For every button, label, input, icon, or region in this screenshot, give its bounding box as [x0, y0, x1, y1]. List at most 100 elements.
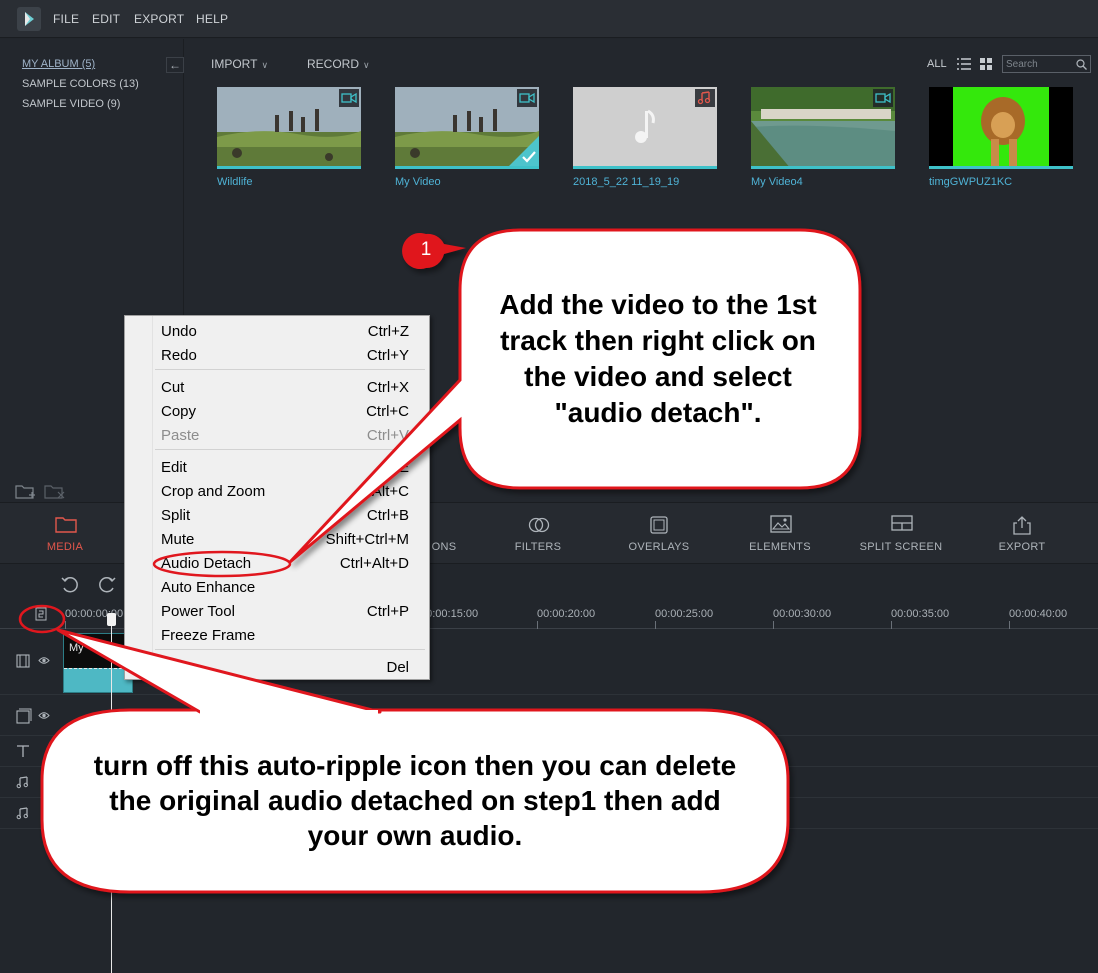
filters-icon: [528, 517, 550, 533]
context-menu-item-shortcut: Ctrl+P: [366, 603, 409, 620]
delete-folder-icon[interactable]: [44, 483, 66, 499]
context-menu-item-undo[interactable]: Undo Ctrl+Z: [125, 319, 429, 343]
ruler-tick: [655, 621, 656, 629]
context-menu-item-label: Split: [161, 507, 191, 524]
video-type-badge: [339, 89, 359, 107]
video-type-badge: [873, 89, 893, 107]
context-menu-item-mute[interactable]: Mute Shift+Ctrl+M: [125, 527, 429, 551]
media-title: Wildlife: [217, 176, 253, 188]
context-menu-item-shortcut: Ctrl+Y: [366, 347, 409, 364]
tab-export[interactable]: EXPORT: [967, 503, 1077, 565]
menu-file[interactable]: FILE: [53, 12, 79, 26]
arrow-left-icon: ←: [169, 58, 181, 72]
ruler-tick: [773, 621, 774, 629]
app-logo-icon[interactable]: [17, 7, 41, 31]
context-menu-item-shortcut: Ctrl+X: [366, 379, 409, 396]
collapse-sidebar-button[interactable]: ←: [166, 57, 184, 73]
context-menu-item-split[interactable]: Split Ctrl+B: [125, 503, 429, 527]
album-item-my-album[interactable]: MY ALBUM (5): [22, 58, 95, 70]
media-thumbnail: [395, 87, 539, 169]
grid-view-icon[interactable]: [980, 58, 992, 70]
context-menu-item-delete[interactable]: Del: [125, 655, 429, 679]
folder-icon: [55, 517, 77, 533]
split-screen-icon: [891, 515, 913, 531]
context-menu-item-power-tool[interactable]: Power Tool Ctrl+P: [125, 599, 429, 623]
ruler-tick-label: 00:00:40:00: [1009, 608, 1068, 620]
menu-edit[interactable]: EDIT: [92, 12, 120, 26]
media-title: My Video: [395, 176, 441, 188]
media-item-audio-recording[interactable]: 2018_5_22 11_19_19: [573, 87, 717, 188]
context-menu-item-shortcut: Ctrl+C: [366, 403, 409, 420]
ruler-tick: [1009, 621, 1010, 629]
media-thumbnail: [217, 87, 361, 169]
media-item-lion-image[interactable]: timgGWPUZ1KC: [929, 87, 1073, 188]
eye-icon[interactable]: [38, 656, 50, 665]
context-menu-item-auto-enhance[interactable]: Auto Enhance: [125, 575, 429, 599]
list-view-icon[interactable]: [957, 58, 971, 70]
export-icon: [1013, 516, 1031, 535]
tab-media[interactable]: MEDIA: [10, 503, 120, 565]
import-button[interactable]: IMPORT ∨: [211, 57, 268, 71]
ruler-tick-label: 00:00:35:00: [891, 608, 950, 620]
album-item-sample-video[interactable]: SAMPLE VIDEO (9): [22, 98, 120, 110]
chevron-down-icon: ∨: [261, 60, 269, 70]
overlays-icon: [650, 516, 668, 534]
context-menu-item-copy[interactable]: Copy Ctrl+C: [125, 399, 429, 423]
ruler-tick: [891, 621, 892, 629]
media-title: 2018_5_22 11_19_19: [573, 176, 680, 188]
media-item-wildlife[interactable]: Wildlife: [217, 87, 361, 188]
tab-split-screen[interactable]: SPLIT SCREEN: [846, 503, 956, 565]
elements-icon: [770, 515, 792, 533]
eye-icon[interactable]: [38, 711, 50, 720]
context-menu-item-audio-detach[interactable]: Audio Detach Ctrl+Alt+D: [125, 551, 429, 575]
context-menu-item-paste[interactable]: Paste Ctrl+V: [125, 423, 429, 447]
media-thumbnail: [751, 87, 895, 169]
video-track-icon: [16, 654, 30, 668]
context-menu-item-freeze-frame[interactable]: Freeze Frame: [125, 623, 429, 647]
context-menu-separator: [155, 369, 425, 370]
video-track-2[interactable]: [0, 696, 1098, 736]
context-menu-item-crop-and-zoom[interactable]: Crop and Zoom Alt+C: [125, 479, 429, 503]
timeline-video-clip[interactable]: My: [63, 633, 133, 693]
tab-overlays[interactable]: OVERLAYS: [604, 503, 714, 565]
tab-filters[interactable]: FILTERS: [483, 503, 593, 565]
checkmark-icon: [522, 151, 536, 163]
media-item-my-video[interactable]: My Video: [395, 87, 539, 188]
search-icon[interactable]: [1076, 59, 1087, 70]
context-menu-item-redo[interactable]: Redo Ctrl+Y: [125, 343, 429, 367]
context-menu-item-label: Cut: [161, 379, 185, 396]
context-menu: Undo Ctrl+Z Redo Ctrl+Y Cut Ctrl+X Copy Ctrl+C P…: [124, 315, 430, 680]
ruler-tick-label: 00:00:25:00: [655, 608, 714, 620]
auto-ripple-icon[interactable]: [35, 607, 47, 621]
context-menu-item-label: Auto Enhance: [161, 579, 256, 596]
context-menu-item-label: Undo: [161, 323, 197, 340]
context-menu-item-edit[interactable]: Edit E: [125, 455, 429, 479]
record-button[interactable]: RECORD ∨: [307, 57, 370, 71]
undo-icon[interactable]: [60, 576, 80, 594]
new-folder-icon[interactable]: [15, 483, 37, 499]
redo-icon[interactable]: [97, 576, 117, 594]
playhead-handle[interactable]: [107, 613, 116, 626]
callout-text-ripple: turn off this auto-ripple icon then you …: [93, 750, 737, 851]
ruler-tick-label: 00:00:20:00: [537, 608, 596, 620]
context-menu-item-shortcut: Ctrl+Z: [367, 323, 409, 340]
menu-export[interactable]: EXPORT: [134, 12, 184, 26]
music-note-icon: [16, 807, 29, 820]
media-item-my-video4[interactable]: My Video4: [751, 87, 895, 188]
context-menu-separator: [155, 449, 425, 450]
context-menu-item-cut[interactable]: Cut Ctrl+X: [125, 375, 429, 399]
context-menu-item-shortcut: Ctrl+Alt+D: [339, 555, 409, 572]
context-menu-item-label: Crop and Zoom: [161, 483, 266, 500]
media-title: timgGWPUZ1KC: [929, 176, 1013, 188]
album-item-sample-colors[interactable]: SAMPLE COLORS (13): [22, 78, 139, 90]
music-note-icon: [16, 776, 29, 789]
clip-audio-divider: [64, 668, 132, 669]
media-thumbnail: [573, 87, 717, 169]
tab-elements[interactable]: ELEMENTS: [725, 503, 835, 565]
filter-all-button[interactable]: ALL: [927, 58, 947, 70]
context-menu-item-shortcut: Ctrl+V: [366, 427, 409, 444]
audio-type-badge: [695, 89, 715, 107]
menu-bar: FILE EDIT EXPORT HELP: [0, 0, 1098, 38]
context-menu-item-shortcut: Ctrl+B: [366, 507, 409, 524]
menu-help[interactable]: HELP: [196, 12, 228, 26]
